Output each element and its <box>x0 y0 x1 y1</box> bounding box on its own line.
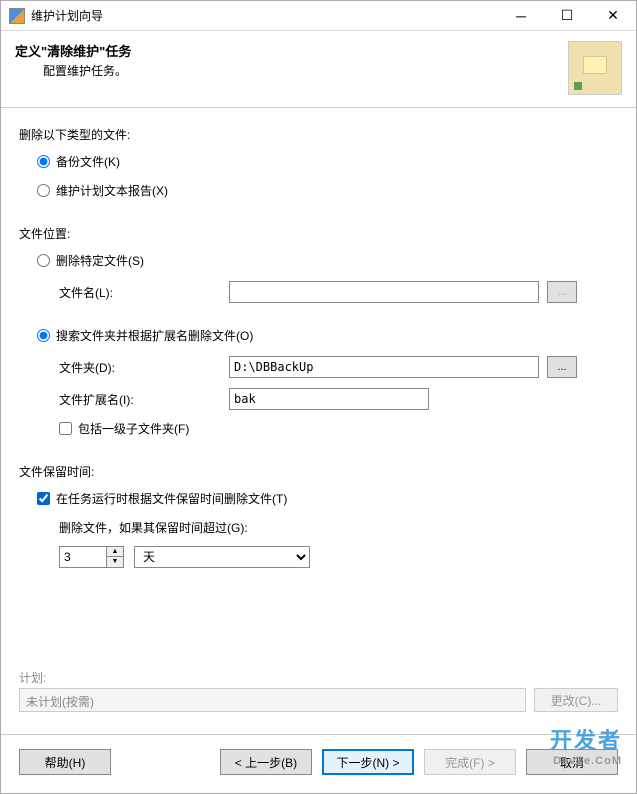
back-button[interactable]: < 上一步(B) <box>220 749 312 775</box>
page-title: 定义"清除维护"任务 <box>15 41 568 60</box>
radio-specific-label: 删除特定文件(S) <box>56 252 144 269</box>
filename-browse-button: ... <box>547 281 577 303</box>
next-button[interactable]: 下一步(N) > <box>322 749 414 775</box>
filename-field <box>229 281 539 303</box>
age-threshold-label: 删除文件，如果其保留时间超过(G): <box>59 519 618 536</box>
extension-field[interactable] <box>229 388 429 410</box>
radio-search-label: 搜索文件夹并根据扩展名删除文件(O) <box>56 327 253 344</box>
radio-report-label: 维护计划文本报告(X) <box>56 182 168 199</box>
radio-specific-input[interactable] <box>37 254 50 267</box>
wizard-icon <box>568 41 622 95</box>
radio-specific-file[interactable]: 删除特定文件(S) <box>37 252 618 269</box>
radio-backup-files[interactable]: 备份文件(K) <box>37 153 618 170</box>
minimize-button[interactable]: ─ <box>498 1 544 31</box>
radio-report-input[interactable] <box>37 184 50 197</box>
folder-label: 文件夹(D): <box>59 359 229 376</box>
checkbox-age-input[interactable] <box>37 492 50 505</box>
checkbox-subfolder-input[interactable] <box>59 422 72 435</box>
radio-backup-label: 备份文件(K) <box>56 153 120 170</box>
maximize-button[interactable]: ☐ <box>544 1 590 31</box>
page-subtitle: 配置维护任务。 <box>43 62 568 79</box>
filename-label: 文件名(L): <box>59 284 229 301</box>
help-button[interactable]: 帮助(H) <box>19 749 111 775</box>
extension-label: 文件扩展名(I): <box>59 391 229 408</box>
radio-backup-input[interactable] <box>37 155 50 168</box>
age-section-label: 文件保留时间: <box>19 463 618 480</box>
radio-text-report[interactable]: 维护计划文本报告(X) <box>37 182 618 199</box>
spinner-down-icon[interactable]: ▼ <box>107 557 123 567</box>
age-spinner[interactable]: ▲ ▼ <box>59 546 124 568</box>
window-title: 维护计划向导 <box>31 7 498 24</box>
radio-search-folder[interactable]: 搜索文件夹并根据扩展名删除文件(O) <box>37 327 618 344</box>
spinner-up-icon[interactable]: ▲ <box>107 547 123 557</box>
folder-field[interactable] <box>229 356 539 378</box>
age-value-field[interactable] <box>60 547 106 567</box>
checkbox-subfolder-label: 包括一级子文件夹(F) <box>78 420 189 437</box>
schedule-label: 计划: <box>19 669 618 686</box>
finish-button: 完成(F) > <box>424 749 516 775</box>
schedule-change-button: 更改(C)... <box>534 688 618 712</box>
checkbox-subfolder[interactable]: 包括一级子文件夹(F) <box>59 420 618 437</box>
schedule-field: 未计划(按需) <box>19 688 526 712</box>
age-unit-select[interactable]: 天 <box>134 546 310 568</box>
wizard-header: 定义"清除维护"任务 配置维护任务。 <box>1 31 636 108</box>
app-icon <box>9 8 25 24</box>
filetype-label: 删除以下类型的文件: <box>19 126 618 143</box>
checkbox-age[interactable]: 在任务运行时根据文件保留时间删除文件(T) <box>37 490 618 507</box>
cancel-button[interactable]: 取消 <box>526 749 618 775</box>
folder-browse-button[interactable]: ... <box>547 356 577 378</box>
checkbox-age-label: 在任务运行时根据文件保留时间删除文件(T) <box>56 490 287 507</box>
titlebar: 维护计划向导 ─ ☐ ✕ <box>1 1 636 31</box>
close-button[interactable]: ✕ <box>590 1 636 31</box>
location-label: 文件位置: <box>19 225 618 242</box>
radio-search-input[interactable] <box>37 329 50 342</box>
